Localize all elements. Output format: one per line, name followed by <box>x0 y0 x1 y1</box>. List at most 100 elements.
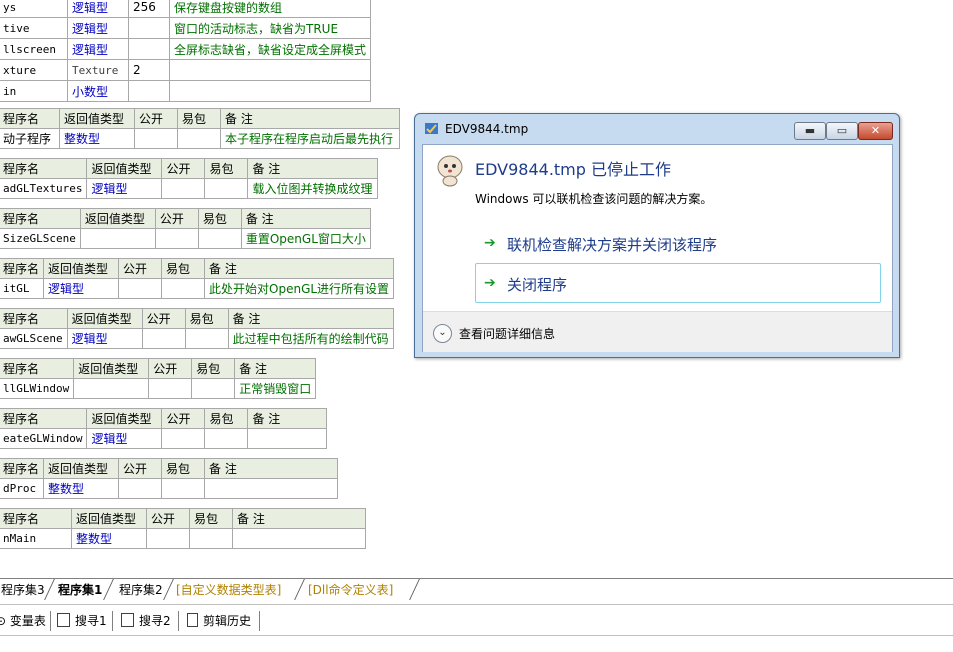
variable-note-cell[interactable] <box>168 59 372 81</box>
subroutine-flag-cell[interactable] <box>204 178 249 199</box>
variable-type-cell[interactable]: 逻辑型 <box>67 38 129 60</box>
subroutine-type-cell[interactable]: 整数型 <box>43 478 120 499</box>
chevron-down-icon[interactable]: ⌄ <box>433 324 452 343</box>
subroutine-row[interactable]: nMain 整数型 <box>0 528 366 549</box>
tab-program-set-1[interactable]: 程序集1 <box>58 581 102 599</box>
subroutine-flag-cell[interactable] <box>118 478 163 499</box>
subroutine-note-cell[interactable]: 此过程中包括所有的绘制代码 <box>227 328 394 349</box>
subroutine-row[interactable]: eateGLWindow 逻辑型 <box>0 428 328 449</box>
subroutine-type-cell[interactable] <box>73 378 150 399</box>
dialog-titlebar[interactable]: EDV9844.tmp ▬ ▭ ✕ <box>415 114 899 142</box>
clip-history-button[interactable]: 剪辑历史 <box>187 612 251 630</box>
subroutine-flag-cell[interactable] <box>146 528 190 549</box>
subroutine-flag-cell[interactable] <box>204 428 249 449</box>
subroutine-name-cell[interactable]: itGL <box>0 278 45 299</box>
subroutine-row[interactable]: dProc 整数型 <box>0 478 339 499</box>
variable-row[interactable]: llscreen 逻辑型 全屏标志缺省，缺省设定成全屏模式 <box>0 38 372 60</box>
subroutine-table: 程序名 返回值类型 公开 易包备 注 llGLWindow 正常销毁窗口 <box>0 358 317 399</box>
variable-row[interactable]: tive 逻辑型 窗口的活动标志，缺省为TRUE <box>0 17 372 39</box>
subroutine-flag-cell[interactable] <box>189 528 233 549</box>
tab-program-set-2[interactable]: 程序集2 <box>119 581 163 599</box>
subroutine-note-cell[interactable]: 重置OpenGL窗口大小 <box>240 228 371 249</box>
variable-size-cell[interactable]: 2 <box>128 59 170 81</box>
subroutine-name-cell[interactable]: awGLScene <box>0 328 68 349</box>
variable-size-cell[interactable] <box>128 17 170 39</box>
subroutine-flag-cell[interactable] <box>177 128 221 149</box>
subroutine-note-cell[interactable]: 本子程序在程序启动后最先执行 <box>220 128 400 149</box>
subroutine-row[interactable]: llGLWindow 正常销毁窗口 <box>0 378 317 399</box>
variable-row[interactable]: in 小数型 <box>0 80 372 102</box>
variable-name-cell[interactable]: xture <box>0 59 68 81</box>
variable-size-cell[interactable]: 256 <box>128 0 170 18</box>
variable-name-cell[interactable]: tive <box>0 17 68 39</box>
subroutine-note-cell[interactable] <box>204 478 339 499</box>
subroutine-flag-cell[interactable] <box>161 428 206 449</box>
close-button[interactable]: ✕ <box>858 122 893 140</box>
subroutine-note-cell[interactable]: 此处开始对OpenGL进行所有设置 <box>204 278 395 299</box>
subroutine-note-cell[interactable]: 载入位图并转换成纹理 <box>247 178 378 199</box>
close-program-option[interactable]: ➔ 关闭程序 <box>475 263 881 303</box>
subroutine-type-cell[interactable]: 整数型 <box>71 528 147 549</box>
subroutine-name-cell[interactable]: adGLTextures <box>0 178 88 199</box>
variable-name-cell[interactable]: in <box>0 80 68 102</box>
view-details-link[interactable]: 查看问题详细信息 <box>459 325 555 342</box>
subroutine-name-cell[interactable]: 动子程序 <box>0 128 60 149</box>
variable-note-cell[interactable]: 窗口的活动标志，缺省为TRUE <box>168 17 372 39</box>
variable-row[interactable]: xture Texture 2 <box>0 59 372 81</box>
subroutine-row[interactable]: itGL 逻辑型 此处开始对OpenGL进行所有设置 <box>0 278 395 299</box>
variable-note-cell[interactable]: 保存键盘按键的数组 <box>168 0 372 18</box>
variable-type-cell[interactable]: 逻辑型 <box>67 17 129 39</box>
subroutine-type-cell[interactable]: 逻辑型 <box>66 328 143 349</box>
variable-table-button[interactable]: ⊙ 变量表 <box>0 612 46 630</box>
variable-type-cell[interactable]: Texture <box>67 59 129 81</box>
subroutine-name-cell[interactable]: dProc <box>0 478 45 499</box>
subroutine-name-cell[interactable]: eateGLWindow <box>0 428 88 449</box>
search2-button[interactable]: 搜寻2 <box>121 612 171 630</box>
search1-button[interactable]: 搜寻1 <box>57 612 107 630</box>
subroutine-type-cell[interactable] <box>79 228 156 249</box>
subroutine-row[interactable]: 动子程序 整数型 本子程序在程序启动后最先执行 <box>0 128 400 149</box>
variable-note-cell[interactable]: 全屏标志缺省，缺省设定成全屏模式 <box>168 38 372 60</box>
maximize-button[interactable]: ▭ <box>826 122 858 140</box>
tab-program-set-3[interactable]: 程序集3 <box>1 581 45 599</box>
subroutine-name-cell[interactable]: SizeGLScene <box>0 228 81 249</box>
variable-row[interactable]: ys 逻辑型 256 保存键盘按键的数组 <box>0 0 372 18</box>
subroutine-row[interactable]: SizeGLScene 重置OpenGL窗口大小 <box>0 228 371 249</box>
header-note-cell: 备 注 <box>232 508 366 529</box>
subroutine-name-cell[interactable]: llGLWindow <box>0 378 75 399</box>
subroutine-flag-cell[interactable] <box>161 178 206 199</box>
subroutine-flag-cell[interactable] <box>184 328 229 349</box>
variable-type-cell[interactable]: 小数型 <box>67 80 129 102</box>
subroutine-type-cell[interactable]: 整数型 <box>59 128 135 149</box>
subroutine-name-cell[interactable]: nMain <box>0 528 72 549</box>
tab-dll-command-table[interactable]: [Dll命令定义表] <box>308 581 393 599</box>
tab-custom-datatype-table[interactable]: [自定义数据类型表] <box>176 581 281 599</box>
subroutine-flag-cell[interactable] <box>191 378 236 399</box>
subroutine-note-cell[interactable] <box>247 428 328 449</box>
subroutine-type-cell[interactable]: 逻辑型 <box>86 428 163 449</box>
subroutine-flag-cell[interactable] <box>161 278 206 299</box>
header-note-cell: 备 注 <box>247 158 378 179</box>
variable-size-cell[interactable] <box>128 38 170 60</box>
variable-note-cell[interactable] <box>168 80 372 102</box>
subroutine-note-cell[interactable]: 正常销毁窗口 <box>234 378 317 399</box>
subroutine-row[interactable]: awGLScene 逻辑型 此过程中包括所有的绘制代码 <box>0 328 394 349</box>
subroutine-type-cell[interactable]: 逻辑型 <box>43 278 120 299</box>
subroutine-flag-cell[interactable] <box>197 228 242 249</box>
subroutine-flag-cell[interactable] <box>118 278 163 299</box>
subroutine-type-cell[interactable]: 逻辑型 <box>86 178 163 199</box>
variable-name-cell[interactable]: llscreen <box>0 38 68 60</box>
subroutine-flag-cell[interactable] <box>154 228 199 249</box>
minimize-button[interactable]: ▬ <box>794 122 826 140</box>
variable-type-cell[interactable]: 逻辑型 <box>67 0 129 18</box>
subroutine-flag-cell[interactable] <box>141 328 186 349</box>
subroutine-flag-cell[interactable] <box>161 478 206 499</box>
subroutine-row[interactable]: adGLTextures 逻辑型 载入位图并转换成纹理 <box>0 178 378 199</box>
subroutine-note-cell[interactable] <box>232 528 366 549</box>
variable-size-cell[interactable] <box>128 80 170 102</box>
close-icon: ✕ <box>870 124 881 137</box>
subroutine-flag-cell[interactable] <box>148 378 193 399</box>
variable-name-cell[interactable]: ys <box>0 0 68 18</box>
check-online-option[interactable]: ➔ 联机检查解决方案并关闭该程序 <box>475 223 881 263</box>
subroutine-flag-cell[interactable] <box>134 128 178 149</box>
